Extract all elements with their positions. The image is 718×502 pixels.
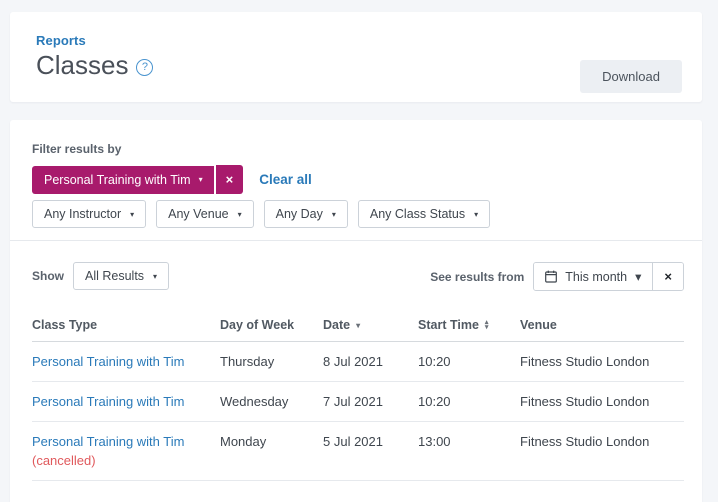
- cell-venue: Fitness Studio London: [520, 434, 650, 449]
- sort-down-glyph: ▾: [484, 324, 489, 331]
- cell-start-time: 10:20: [418, 394, 451, 409]
- column-header-class-type-label: Class Type: [32, 318, 98, 332]
- date-range-dropdown[interactable]: This month ▾: [534, 263, 653, 290]
- filter-dropdown-venue[interactable]: Any Venue ▾: [156, 200, 254, 228]
- filter-results-by-label: Filter results by: [32, 142, 122, 156]
- show-results-control: Show All Results ▾: [32, 262, 170, 290]
- chevron-down-icon: ▾: [198, 175, 203, 184]
- cell-day-of-week: Thursday: [220, 354, 275, 369]
- page-title: Classes: [36, 50, 129, 80]
- calendar-icon: [545, 270, 558, 283]
- sort-both-icon: ▴ ▾: [484, 319, 489, 331]
- section-divider: [10, 240, 702, 241]
- filters-and-results-card: Filter results by Personal Training with…: [10, 120, 702, 502]
- table-header-row: Class Type Day of Week Date ▾ Start Time: [32, 312, 684, 342]
- sort-descending-icon: ▾: [356, 320, 361, 330]
- filter-dropdown-day[interactable]: Any Day ▾: [263, 200, 348, 228]
- class-type-link[interactable]: Personal Training with Tim: [32, 354, 220, 369]
- cell-date: 8 Jul 2021: [323, 354, 383, 369]
- column-header-venue[interactable]: Venue: [520, 312, 684, 341]
- filter-dropdown-venue-label: Any Venue: [168, 207, 229, 221]
- chevron-down-icon: ▾: [237, 209, 242, 219]
- cell-class-type: Personal Training with Tim (cancelled): [32, 422, 220, 480]
- breadcrumb-reports[interactable]: Reports: [36, 33, 86, 48]
- clear-date-range-button[interactable]: ×: [652, 263, 683, 290]
- show-results-dropdown[interactable]: All Results ▾: [73, 262, 170, 290]
- table-body: Personal Training with Tim Thursday 8 Ju…: [32, 342, 684, 481]
- cell-day-of-week: Wednesday: [220, 394, 289, 409]
- cell-day-of-week: Monday: [220, 434, 267, 449]
- show-results-value: All Results: [85, 269, 145, 283]
- download-button[interactable]: Download: [580, 60, 682, 93]
- cell-start-time: 10:20: [418, 354, 451, 369]
- column-header-venue-label: Venue: [520, 318, 557, 332]
- column-header-class-type[interactable]: Class Type: [32, 312, 220, 341]
- active-filter-row: Personal Training with Tim ▾ × Clear all: [32, 165, 312, 194]
- cell-venue: Fitness Studio London: [520, 354, 650, 369]
- class-type-link[interactable]: Personal Training with Tim: [32, 394, 220, 409]
- table-row: Personal Training with Tim (cancelled) M…: [32, 422, 684, 481]
- active-filter-tag-label: Personal Training with Tim: [44, 172, 191, 187]
- active-filter-tag-personal-training-with-tim[interactable]: Personal Training with Tim ▾: [32, 165, 214, 194]
- chevron-down-icon: ▾: [153, 271, 158, 281]
- column-header-day-of-week-label: Day of Week: [220, 318, 295, 332]
- reports-classes-page: Reports Classes ? Download Filter result…: [0, 0, 718, 502]
- filter-dropdown-instructor-label: Any Instructor: [44, 207, 122, 221]
- chevron-down-icon: ▾: [635, 270, 642, 284]
- column-header-date-label: Date: [323, 318, 351, 332]
- chevron-down-icon: ▾: [331, 209, 336, 219]
- table-row: Personal Training with Tim Thursday 8 Ju…: [32, 342, 684, 382]
- see-results-from-control: See results from This month ▾ ×: [430, 262, 684, 291]
- cell-date: 7 Jul 2021: [323, 394, 383, 409]
- filter-dropdown-day-label: Any Day: [275, 207, 323, 221]
- filter-dropdown-class-status[interactable]: Any Class Status ▾: [357, 200, 491, 228]
- chevron-down-icon: ▾: [474, 209, 479, 219]
- column-header-day-of-week[interactable]: Day of Week: [220, 312, 323, 341]
- class-type-link[interactable]: Personal Training with Tim: [32, 434, 220, 449]
- page-title-row: Classes ?: [36, 49, 154, 81]
- chevron-down-icon: ▾: [130, 209, 135, 219]
- cell-date: 5 Jul 2021: [323, 434, 383, 449]
- column-header-start-time[interactable]: Start Time ▴ ▾: [418, 312, 520, 341]
- date-range-value: This month: [565, 269, 628, 284]
- column-header-start-time-label: Start Time: [418, 318, 479, 332]
- date-range-group: This month ▾ ×: [533, 262, 684, 291]
- table-row: Personal Training with Tim Wednesday 7 J…: [32, 382, 684, 422]
- filter-dropdown-class-status-label: Any Class Status: [369, 207, 466, 221]
- filter-dropdown-row: Any Instructor ▾ Any Venue ▾ Any Day ▾ A…: [32, 200, 491, 228]
- cell-venue: Fitness Studio London: [520, 394, 650, 409]
- cell-class-type: Personal Training with Tim: [32, 342, 220, 381]
- filter-dropdown-instructor[interactable]: Any Instructor ▾: [32, 200, 147, 228]
- column-header-date[interactable]: Date ▾: [323, 312, 418, 341]
- remove-filter-button[interactable]: ×: [213, 165, 244, 194]
- clear-all-filters-link[interactable]: Clear all: [259, 172, 312, 187]
- cell-start-time: 13:00: [418, 434, 451, 449]
- cell-class-type: Personal Training with Tim: [32, 382, 220, 421]
- status-badge-cancelled: (cancelled): [32, 453, 96, 468]
- table-header: Class Type Day of Week Date ▾ Start Time: [32, 312, 684, 342]
- show-label: Show: [32, 269, 64, 283]
- page-header-card: Reports Classes ? Download: [10, 12, 702, 102]
- classes-results-table: Class Type Day of Week Date ▾ Start Time: [32, 312, 684, 481]
- question-mark-circle-icon[interactable]: ?: [136, 58, 154, 76]
- see-results-from-label: See results from: [430, 269, 525, 284]
